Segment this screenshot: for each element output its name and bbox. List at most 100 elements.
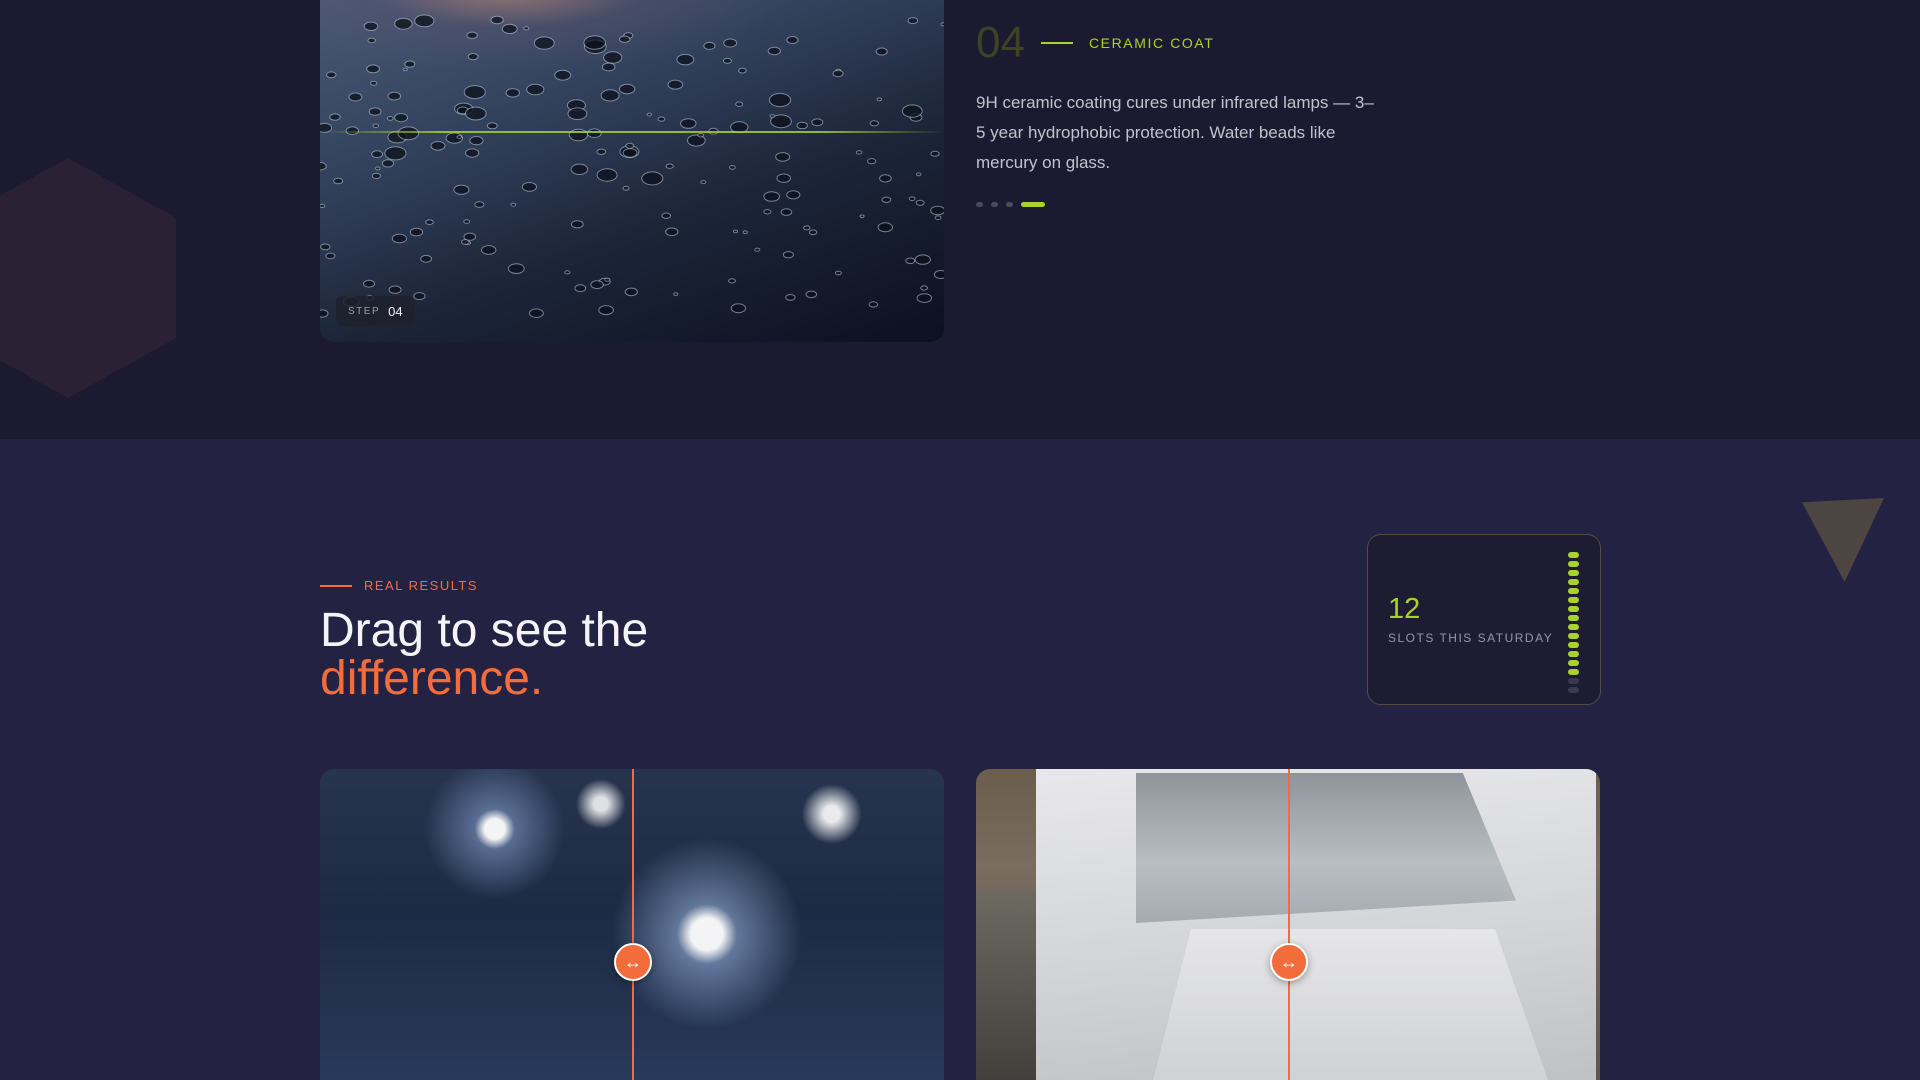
- water-bead: [463, 85, 486, 100]
- water-bead: [363, 279, 375, 288]
- water-bead: [805, 290, 818, 299]
- step-dot-3[interactable]: [1006, 202, 1013, 207]
- water-bead: [723, 38, 738, 48]
- slots-meter-segment: [1568, 606, 1579, 612]
- water-bead: [808, 229, 818, 236]
- slots-meter-segment: [1568, 669, 1579, 675]
- suv-windshield: [1136, 773, 1516, 923]
- water-bead: [466, 31, 478, 39]
- before-after-slider-paint[interactable]: ↔: [320, 769, 944, 1080]
- water-bead: [583, 35, 607, 50]
- water-bead: [868, 301, 879, 308]
- slots-meter-segment: [1568, 588, 1579, 594]
- water-bead: [622, 185, 630, 191]
- water-bead: [901, 104, 923, 118]
- slots-meter-segment: [1568, 624, 1579, 630]
- water-bead: [782, 251, 794, 259]
- scan-line: [320, 131, 944, 133]
- water-bead: [729, 165, 736, 170]
- water-bead: [646, 112, 652, 117]
- slots-meter-segment: [1568, 615, 1579, 621]
- water-bead: [384, 146, 407, 161]
- water-bead: [738, 67, 747, 74]
- water-bead: [869, 120, 879, 127]
- water-bead: [786, 36, 799, 44]
- step-dot-2[interactable]: [991, 202, 998, 207]
- water-bead: [730, 303, 747, 314]
- water-bead: [388, 285, 402, 294]
- water-bead: [915, 172, 922, 177]
- before-after-slider-suv[interactable]: ↔: [976, 769, 1600, 1080]
- slots-meter-segment: [1568, 552, 1579, 558]
- slider-divider: [1288, 769, 1290, 1080]
- water-bead: [722, 57, 732, 64]
- slots-meter-segment: [1568, 687, 1579, 693]
- water-bead: [368, 107, 382, 116]
- water-bead: [803, 225, 811, 231]
- water-bead: [505, 88, 521, 98]
- slider-handle-icon[interactable]: ↔: [614, 943, 652, 981]
- water-bead: [463, 219, 471, 224]
- water-bead: [465, 106, 487, 121]
- water-bead: [703, 41, 716, 50]
- water-bead: [430, 141, 446, 151]
- step-dot-4[interactable]: [1021, 202, 1045, 207]
- slots-meter-segment: [1568, 561, 1579, 567]
- water-bead: [453, 184, 470, 195]
- slots-meter-segment: [1568, 597, 1579, 603]
- parking-lot-ground: [976, 889, 1046, 1080]
- slots-meter: [1568, 552, 1579, 693]
- slots-card: 12 SLOTS THIS SATURDAY: [1367, 534, 1601, 705]
- water-bead: [414, 14, 435, 28]
- water-bead: [325, 252, 336, 260]
- water-bead: [391, 233, 408, 244]
- water-bead: [490, 15, 504, 25]
- water-bead: [320, 161, 327, 171]
- water-bead: [409, 227, 424, 237]
- water-bead: [533, 36, 555, 50]
- water-bead: [940, 22, 944, 27]
- water-bead: [768, 92, 792, 108]
- step-dot-1[interactable]: [976, 202, 983, 207]
- water-bead: [767, 46, 781, 56]
- water-bead: [700, 180, 707, 185]
- water-bead: [769, 114, 776, 118]
- step-header: 04 CERAMIC COAT: [976, 18, 1396, 68]
- slots-meter-segment: [1568, 678, 1579, 684]
- water-bead: [372, 123, 379, 129]
- water-bead: [420, 254, 432, 263]
- water-bead: [618, 83, 636, 95]
- step-divider-line: [1040, 42, 1073, 44]
- step-description: 9H ceramic coating cures under infrared …: [976, 93, 1374, 172]
- water-bead: [907, 17, 919, 25]
- water-bead: [676, 53, 695, 66]
- water-bead: [507, 263, 525, 275]
- step-number: 04: [976, 18, 1025, 67]
- water-bead: [665, 227, 679, 237]
- water-bead: [394, 17, 413, 30]
- water-bead: [697, 133, 705, 138]
- step-info: 04 CERAMIC COAT 9H ceramic coating cures…: [976, 18, 1396, 207]
- water-bead: [775, 152, 791, 162]
- water-bead: [763, 191, 781, 202]
- water-bead: [641, 171, 664, 186]
- results-section: REAL RESULTS Drag to see the difference.…: [0, 439, 1920, 1080]
- water-bead: [320, 243, 331, 251]
- water-bead: [665, 163, 674, 169]
- step-badge-label: STEP: [348, 305, 381, 317]
- water-bead: [574, 284, 587, 293]
- water-bead: [596, 148, 607, 156]
- water-bead: [320, 203, 326, 208]
- water-bead: [933, 270, 944, 279]
- water-bead: [510, 202, 517, 207]
- water-bead: [526, 83, 545, 96]
- water-bead: [465, 148, 480, 158]
- water-bead: [387, 91, 402, 101]
- water-bead: [785, 294, 796, 301]
- water-bead: [661, 212, 672, 219]
- water-bead: [732, 229, 739, 234]
- slider-handle-icon[interactable]: ↔: [1270, 943, 1308, 981]
- water-bead: [570, 220, 584, 229]
- water-bead: [673, 292, 679, 296]
- water-bead: [329, 113, 341, 121]
